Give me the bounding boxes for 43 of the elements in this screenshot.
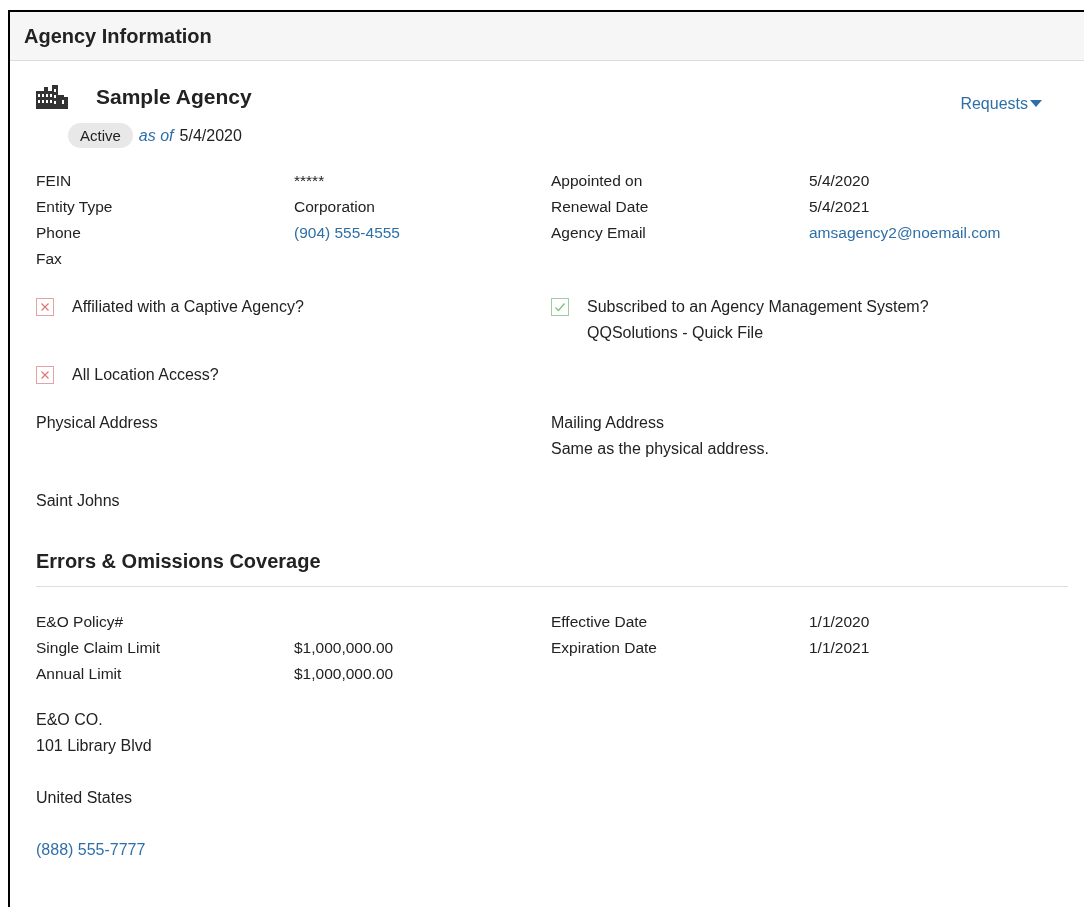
- field-value: $1,000,000.00: [294, 638, 395, 658]
- flag-detail: QQSolutions - Quick File: [587, 323, 765, 343]
- panel-title: Agency Information: [10, 12, 1084, 61]
- buildings-icon: [36, 85, 70, 109]
- field-label: E&O Policy#: [36, 612, 124, 632]
- field-label: Annual Limit: [36, 664, 123, 684]
- field-value: 5/4/2020: [809, 171, 871, 191]
- requests-dropdown[interactable]: Requests: [960, 95, 1042, 113]
- field-label: Expiration Date: [551, 638, 658, 658]
- status-badge: Active: [68, 123, 133, 148]
- as-of-label: as of: [138, 126, 174, 145]
- field-value: 1/1/2021: [809, 638, 871, 658]
- field-label: Agency Email: [551, 223, 647, 243]
- field-label: Phone: [36, 223, 82, 243]
- field-value: *****: [294, 171, 326, 191]
- field-label: Entity Type: [36, 197, 114, 217]
- caret-icon: [1030, 100, 1042, 108]
- mailing-address-note: Same as the physical address.: [551, 439, 770, 459]
- flag-label: Affiliated with a Captive Agency?: [72, 297, 304, 317]
- field-value: Corporation: [294, 197, 376, 217]
- county: Saint Johns: [36, 491, 121, 511]
- field-label: Single Claim Limit: [36, 638, 162, 658]
- field-label: Appointed on: [551, 171, 644, 191]
- phone-link[interactable]: (888) 555-7777: [36, 837, 1068, 863]
- section-title: Errors & Omissions Coverage: [36, 548, 1068, 587]
- country: United States: [36, 788, 134, 808]
- field-value: 5/4/2021: [809, 197, 871, 217]
- as-of-date: 5/4/2020: [179, 126, 242, 145]
- mailing-address-label: Mailing Address: [551, 413, 665, 433]
- field-value: $1,000,000.00: [294, 664, 395, 684]
- field-value-link[interactable]: amsagency2@noemail.com: [809, 220, 1068, 246]
- field-label: Renewal Date: [551, 197, 650, 217]
- agency-name: Sample Agency: [96, 85, 252, 109]
- field-label: FEIN: [36, 171, 73, 191]
- company-address-line: 101 Library Blvd: [36, 736, 153, 756]
- field-value: 1/1/2020: [809, 612, 871, 632]
- field-label: Effective Date: [551, 612, 649, 632]
- flag-label: Subscribed to an Agency Management System?: [587, 297, 929, 317]
- field-value-link[interactable]: (904) 555-4555: [294, 220, 551, 246]
- company-address-line: E&O CO.: [36, 710, 104, 730]
- field-label: Fax: [36, 249, 63, 269]
- physical-address-label: Physical Address: [36, 413, 159, 433]
- flag-label: All Location Access?: [72, 365, 219, 385]
